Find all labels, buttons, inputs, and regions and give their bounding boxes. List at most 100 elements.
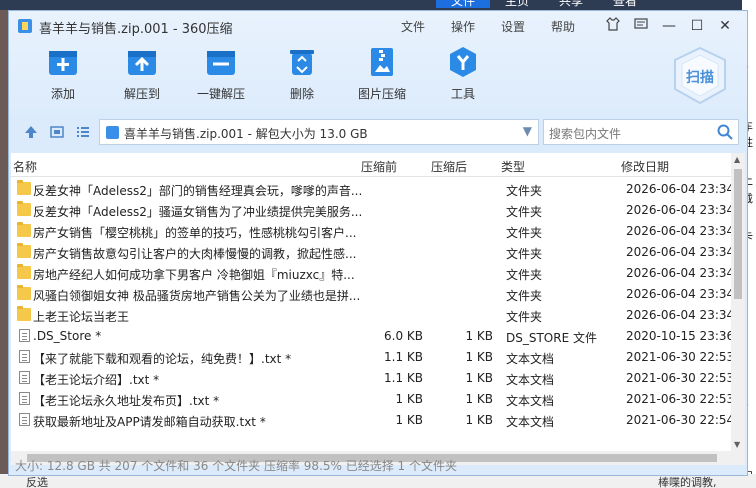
extract-icon — [125, 45, 159, 79]
row-size-after: 1 KB — [465, 350, 493, 364]
up-arrow-icon[interactable] — [23, 124, 39, 140]
menu-help[interactable]: 帮助 — [551, 18, 575, 35]
background-tab-home: 主页 — [505, 0, 530, 8]
window-title: 喜羊羊与销售.zip.001 - 360压缩 — [39, 22, 233, 37]
table-row[interactable]: 【老王论坛永久地址发布页】.txt * 1 KB 1 KB 文本文档 2021-06-3… — [11, 389, 735, 410]
menu-bar: 文件 操作 设置 帮助 — [401, 18, 601, 35]
status-bar: 大小: 12.8 GB 共 207 个文件和 36 个文件夹 压缩率 98.5%… — [15, 459, 457, 473]
row-size-before: 1.1 KB — [384, 350, 423, 364]
row-type: 文件夹 — [506, 184, 543, 198]
menu-settings[interactable]: 设置 — [501, 18, 525, 35]
background-tab-share: 共享 — [559, 0, 584, 8]
scan-label: 扫描 — [686, 70, 714, 86]
folder-icon — [17, 222, 31, 237]
one-click-extract-button[interactable]: 一键解压 — [181, 45, 261, 102]
column-after[interactable]: 压缩后 — [431, 158, 467, 175]
add-icon — [46, 45, 80, 79]
table-row[interactable]: 房产女销售「樱空桃桃」的签单的技巧，性感桃桃勾引客户... 文件夹 2026-06-… — [11, 221, 734, 242]
search-input[interactable]: 搜索包内文件 — [543, 119, 739, 145]
scroll-up-icon[interactable]: ▲ — [734, 155, 740, 164]
table-row[interactable]: 上老王论坛当老王 文件夹 2026-06-04 23:34 — [11, 305, 735, 326]
column-name[interactable]: 名称 — [13, 158, 37, 175]
folder-icon — [17, 201, 31, 216]
scan-button[interactable]: 扫描 — [669, 45, 731, 107]
row-date: 2026-06-04 23:34 — [626, 287, 735, 301]
table-row[interactable]: 反差女神「Adeless2」骚逼女销售为了冲业绩提供完美服务... 文件夹 2026… — [11, 200, 734, 221]
row-type: 文件夹 — [506, 310, 543, 324]
file-icon — [19, 413, 30, 426]
table-row[interactable]: 【老王论坛介绍】.txt * 1.1 KB 1 KB 文本文档 2021-06-30 2… — [11, 368, 735, 389]
row-name: 【来了就能下载和观看的论坛，纯免费！】.txt * — [33, 352, 292, 366]
minimize-button[interactable]: — — [655, 17, 683, 35]
address-bar: 喜羊羊与销售.zip.001 - 解包大小为 13.0 GB ▼ 搜索包内文件 — [9, 119, 747, 145]
table-row[interactable]: 反差女神「Adeless2」部门的销售经理真会玩，嗲嗲的声音... 文件夹 2026… — [11, 179, 734, 200]
one-click-extract-icon — [204, 45, 238, 79]
close-button[interactable]: ✕ — [711, 17, 739, 35]
table-row[interactable]: .DS_Store * 6.0 KB 1 KB DS_STORE 文件 2020-10-… — [11, 326, 734, 347]
feedback-button[interactable] — [627, 17, 655, 35]
window-controls: — ☐ ✕ — [599, 17, 739, 35]
row-size-before: 1 KB — [395, 392, 423, 406]
path-field[interactable]: 喜羊羊与销售.zip.001 - 解包大小为 13.0 GB ▼ — [99, 119, 539, 145]
row-size-before: 1.1 KB — [384, 371, 423, 385]
file-rows: 反差女神「Adeless2」部门的销售经理真会玩，嗲嗲的声音... 文件夹 2026… — [11, 179, 735, 431]
column-before[interactable]: 压缩前 — [361, 158, 397, 175]
row-name: 【老王论坛介绍】.txt * — [33, 373, 160, 387]
image-compress-icon — [365, 45, 399, 79]
folder-icon — [17, 264, 31, 279]
row-date: 2026-06-04 23:34 — [626, 308, 735, 322]
add-label: 添加 — [50, 87, 75, 101]
row-size-after: 1 KB — [465, 413, 493, 427]
title-bar[interactable]: 喜羊羊与销售.zip.001 - 360压缩 文件 操作 设置 帮助 — ☐ ✕ — [9, 11, 747, 41]
extract-to-label: 解压到 — [123, 87, 160, 101]
table-row[interactable]: 房产女销售故意勾引让客户的大肉棒慢慢的调教，掀起性感... 文件夹 2026-06-… — [11, 242, 735, 263]
shirt-icon — [606, 17, 620, 31]
vertical-scrollbar[interactable]: ▲ ▼ — [731, 153, 745, 451]
archive-window: 喜羊羊与销售.zip.001 - 360压缩 文件 操作 设置 帮助 — ☐ ✕… — [8, 10, 748, 476]
background-ribbon-tabs: 文件 主页 共享 查看 — [436, 0, 652, 8]
navigation-buttons — [23, 124, 91, 140]
column-date[interactable]: 修改日期 — [621, 158, 669, 175]
table-row[interactable]: 风骚白领御姐女神 极品骚货房地产销售公关为了业绩也是拼... 文件夹 2026-06… — [11, 284, 735, 305]
scroll-down-icon[interactable]: ▼ — [734, 440, 740, 449]
scroll-thumb[interactable] — [734, 169, 742, 299]
image-compress-label: 图片压缩 — [357, 87, 406, 101]
column-type[interactable]: 类型 — [501, 158, 525, 175]
skin-button[interactable] — [599, 17, 627, 35]
row-name: 反差女神「Adeless2」部门的销售经理真会玩，嗲嗲的声音... — [33, 184, 363, 198]
file-icon — [19, 371, 30, 384]
chevron-down-icon[interactable]: ▼ — [523, 124, 532, 138]
table-row[interactable]: 获取最新地址及APP请发邮箱自动获取.txt * 1 KB 1 KB 文本文档 2021… — [11, 410, 734, 431]
search-icon[interactable] — [716, 123, 734, 144]
row-size-after: 1 KB — [465, 392, 493, 406]
row-date: 2021-06-30 22:53 — [626, 392, 735, 406]
background-bottom-bar: 反选 棒喋的调教, — [0, 474, 756, 488]
row-name: 获取最新地址及APP请发邮箱自动获取.txt * — [33, 415, 266, 429]
add-button[interactable]: 添加 — [23, 45, 103, 102]
row-name: 房地产经纪人如何成功拿下男客户 冷艳御姐『miuzxc』特... — [33, 268, 355, 282]
delete-button[interactable]: 删除 — [262, 45, 342, 102]
menu-file[interactable]: 文件 — [401, 18, 425, 35]
background-tab-view: 查看 — [613, 0, 638, 8]
row-name: 【老王论坛永久地址发布页】.txt * — [33, 394, 220, 408]
thumbnail-view-icon[interactable] — [49, 124, 65, 140]
row-type: 文件夹 — [506, 247, 543, 261]
file-list: 名称 压缩前 压缩后 类型 修改日期 反差女神「Adeless2」部门的销售经理… — [11, 153, 745, 451]
folder-icon — [17, 180, 31, 195]
row-date: 2021-06-30 22:53 — [626, 371, 735, 385]
extract-to-button[interactable]: 解压到 — [102, 45, 182, 102]
message-icon — [634, 18, 648, 29]
row-type: 文本文档 — [506, 415, 555, 429]
list-view-icon[interactable] — [75, 124, 91, 140]
menu-operation[interactable]: 操作 — [451, 18, 475, 35]
table-row[interactable]: 【来了就能下载和观看的论坛，纯免费！】.txt * 1.1 KB 1 KB 文本文档 2… — [11, 347, 734, 368]
maximize-button[interactable]: ☐ — [683, 17, 711, 35]
tools-button[interactable]: 工具 — [423, 45, 503, 102]
background-tab-file: 文件 — [436, 0, 491, 8]
row-size-before: 6.0 KB — [384, 329, 423, 343]
row-type: 文件夹 — [506, 205, 543, 219]
row-size-after: 1 KB — [465, 329, 493, 343]
table-row[interactable]: 房地产经纪人如何成功拿下男客户 冷艳御姐『miuzxc』特... 文件夹 2026-… — [11, 263, 734, 284]
image-compress-button[interactable]: 图片压缩 — [342, 45, 422, 102]
row-date: 2026-06-04 23:34 — [626, 245, 735, 259]
